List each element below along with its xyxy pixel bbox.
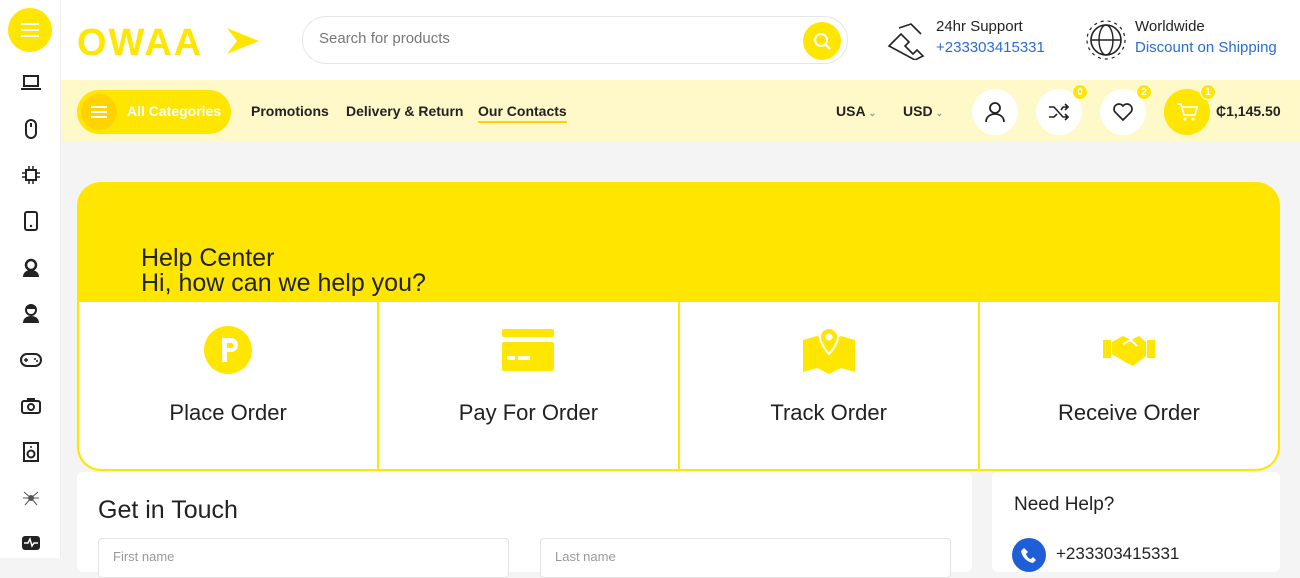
first-name-input[interactable] bbox=[113, 549, 473, 564]
main-nav: All Categories Promotions Delivery & Ret… bbox=[61, 80, 1300, 142]
help-card-track-order[interactable]: Track Order bbox=[680, 302, 980, 469]
heart-icon bbox=[1113, 103, 1133, 122]
spider-icon[interactable] bbox=[18, 485, 44, 511]
phone-icon bbox=[1012, 538, 1046, 572]
compare-button[interactable]: 0 bbox=[1036, 84, 1088, 135]
woman-user-icon[interactable] bbox=[18, 255, 44, 281]
help-phone-link[interactable]: +233303415331 bbox=[1056, 544, 1179, 564]
help-center-title: Help Center bbox=[141, 244, 275, 272]
contact-title: Get in Touch bbox=[98, 496, 238, 524]
brand-logo[interactable]: OWAA bbox=[77, 20, 267, 67]
monitor-heartbeat-icon[interactable] bbox=[18, 531, 44, 557]
nav-link-delivery-return[interactable]: Delivery & Return bbox=[346, 103, 463, 119]
chevron-down-icon: ⌄ bbox=[935, 108, 944, 118]
search-icon bbox=[814, 33, 831, 50]
cart-button[interactable]: 1 bbox=[1164, 84, 1216, 135]
support-phone-icon bbox=[887, 20, 927, 65]
support-info: 24hr Support +233303415331 bbox=[936, 18, 1045, 56]
first-name-field bbox=[98, 538, 509, 578]
credit-card-icon bbox=[502, 324, 555, 376]
category-icon-rail bbox=[0, 0, 61, 558]
search-bar bbox=[302, 16, 848, 64]
country-select[interactable]: USA ⌄ bbox=[836, 103, 876, 119]
last-name-field bbox=[540, 538, 951, 578]
svg-text:OWAA: OWAA bbox=[77, 22, 203, 62]
owaa-logo-icon: OWAA bbox=[77, 22, 259, 64]
search-button[interactable] bbox=[803, 22, 841, 60]
help-center-heading: Help Center Hi, how can we help you? bbox=[141, 246, 426, 296]
currency-select[interactable]: USD ⌄ bbox=[903, 103, 943, 119]
map-pin-icon bbox=[802, 324, 855, 376]
all-categories-button[interactable]: All Categories bbox=[77, 90, 231, 134]
top-header: OWAA 24hr Support +233303415331 Worldwid… bbox=[61, 0, 1300, 80]
nav-link-promotions[interactable]: Promotions bbox=[251, 103, 329, 119]
need-help-title: Need Help? bbox=[1014, 494, 1115, 515]
hamburger-icon bbox=[81, 94, 117, 130]
contact-form-panel: Get in Touch bbox=[77, 472, 972, 578]
speaker-icon[interactable] bbox=[18, 439, 44, 465]
menu-toggle-button[interactable] bbox=[8, 8, 52, 52]
handshake-icon bbox=[1102, 324, 1155, 376]
shipping-info: Worldwide Discount on Shipping bbox=[1135, 18, 1277, 56]
nav-link-our-contacts[interactable]: Our Contacts bbox=[478, 103, 567, 123]
support-title: 24hr Support bbox=[936, 18, 1023, 35]
parking-p-icon bbox=[202, 324, 254, 376]
cart-count-badge: 1 bbox=[1200, 84, 1216, 100]
cart-total[interactable]: ₵1,145.50 bbox=[1216, 103, 1281, 119]
cpu-icon[interactable] bbox=[18, 162, 44, 188]
help-card-label: Receive Order bbox=[1057, 400, 1200, 425]
wishlist-count-badge: 2 bbox=[1136, 84, 1152, 100]
need-help-panel: Need Help? +233303415331 bbox=[992, 472, 1280, 572]
help-card-place-order[interactable]: Place Order bbox=[79, 302, 380, 469]
shipping-link[interactable]: Discount on Shipping bbox=[1135, 39, 1277, 56]
shuffle-icon bbox=[1049, 103, 1070, 121]
chevron-down-icon: ⌄ bbox=[868, 108, 877, 118]
cart-icon bbox=[1177, 103, 1198, 121]
wishlist-button[interactable]: 2 bbox=[1100, 84, 1152, 135]
shipping-title: Worldwide bbox=[1135, 18, 1205, 35]
support-phone-link[interactable]: +233303415331 bbox=[936, 39, 1045, 56]
help-card-label: Track Order bbox=[770, 400, 887, 425]
help-card-receive-order[interactable]: Receive Order bbox=[980, 302, 1278, 469]
man-user-icon[interactable] bbox=[18, 301, 44, 327]
last-name-input[interactable] bbox=[555, 549, 915, 564]
help-center-subtitle: Hi, how can we help you? bbox=[141, 269, 426, 297]
help-card-label: Place Order bbox=[169, 400, 287, 425]
hamburger-icon bbox=[21, 23, 39, 37]
mouse-icon[interactable] bbox=[18, 116, 44, 142]
globe-icon bbox=[1086, 20, 1126, 65]
search-input[interactable] bbox=[319, 30, 799, 47]
compare-count-badge: 0 bbox=[1072, 84, 1088, 100]
account-button[interactable] bbox=[972, 89, 1018, 135]
all-categories-label: All Categories bbox=[127, 103, 222, 119]
gamepad-icon[interactable] bbox=[18, 347, 44, 373]
help-center-hero: Help Center Hi, how can we help you? Pla… bbox=[77, 182, 1280, 471]
user-icon bbox=[985, 102, 1005, 123]
help-card-pay-for-order[interactable]: Pay For Order bbox=[379, 302, 680, 469]
help-options: Place Order Pay For Order Track Order Re… bbox=[79, 302, 1278, 469]
camera-icon[interactable] bbox=[18, 393, 44, 419]
laptop-icon[interactable] bbox=[18, 70, 44, 96]
help-card-label: Pay For Order bbox=[458, 400, 599, 425]
phone-icon[interactable] bbox=[18, 208, 44, 234]
